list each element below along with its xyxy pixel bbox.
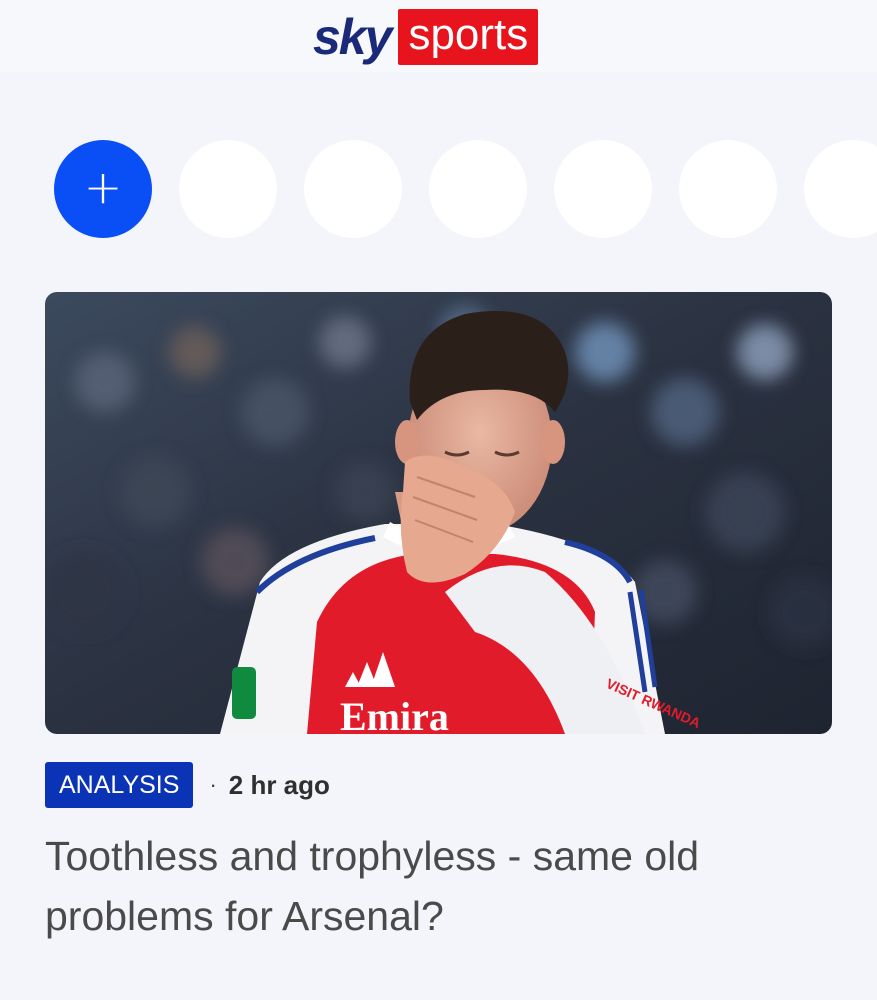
meta-separator: · (209, 772, 217, 797)
shirt-sponsor-text: Emira (340, 694, 449, 734)
page: sky sports + Emira VISIT RWANDA ANALYSIS… (0, 0, 877, 1000)
logo-sky-text: sky (313, 9, 392, 65)
story-bubble[interactable] (179, 140, 277, 238)
story-bubble[interactable] (554, 140, 652, 238)
story-bubble[interactable] (679, 140, 777, 238)
timestamp: 2 hr ago (228, 770, 330, 800)
stories-row: + (0, 140, 877, 238)
article-headline[interactable]: Toothless and trophyless - same old prob… (45, 826, 825, 946)
article-meta: ANALYSIS · 2 hr ago (45, 762, 330, 808)
add-story-button[interactable]: + (54, 140, 152, 238)
category-tag[interactable]: ANALYSIS (45, 762, 194, 808)
story-bubble[interactable] (304, 140, 402, 238)
article-hero-image[interactable]: Emira VISIT RWANDA (45, 292, 832, 734)
player-photo: Emira VISIT RWANDA (45, 292, 832, 734)
plus-icon: + (83, 160, 123, 214)
app-header: sky sports (0, 0, 877, 72)
logo-sports-text: sports (398, 9, 539, 65)
story-bubble[interactable] (429, 140, 527, 238)
story-bubble[interactable] (804, 140, 877, 238)
sky-sports-logo[interactable]: sky sports (313, 9, 539, 65)
